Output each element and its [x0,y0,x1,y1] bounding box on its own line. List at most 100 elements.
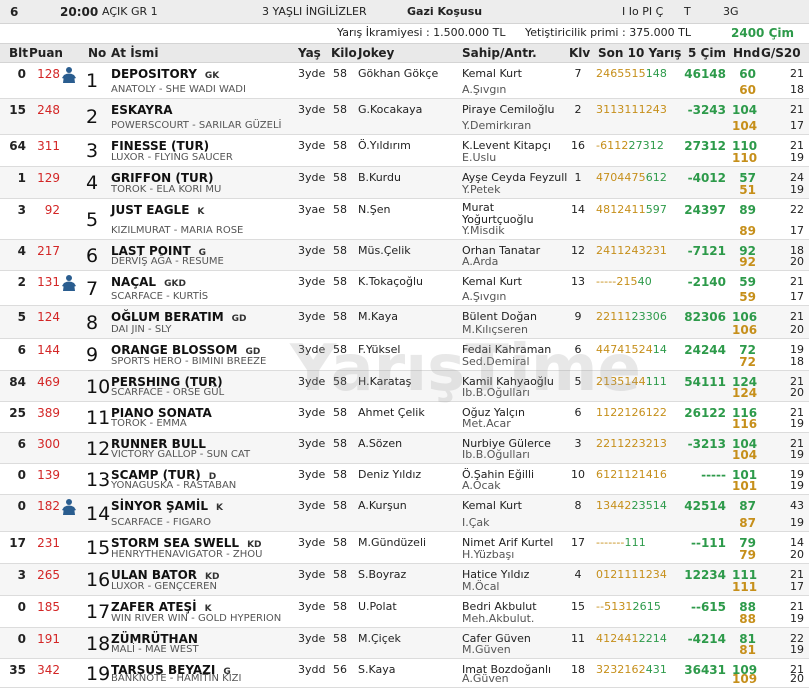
trainer-link[interactable]: Y.Petek [462,183,500,197]
trainer-link[interactable]: Ib.B.Oğulları [462,448,530,462]
owner-link[interactable]: Kemal Kurt [462,67,522,81]
trainer-link[interactable]: A.Şıvgın [462,83,506,97]
trainer-link[interactable]: Y.Misdik [462,224,505,238]
owner-link[interactable]: Piraye Cemiloğlu [462,103,555,117]
col-son10[interactable]: Son 10 Yarış [598,46,681,60]
handicap-prev: 51 [739,183,756,197]
col-puan[interactable]: Puan [29,46,63,60]
table-row[interactable]: 84 469 10 PERSHING (TUR) SCARFACE - ORSE GÜL… [0,371,809,402]
jockey-link[interactable]: A.Sözen [358,437,402,451]
table-row[interactable]: 6 300 12 RUNNER BULL VICTORY GALLOP - SUN CA… [0,433,809,464]
gs20-count: 19 [790,183,804,196]
horse-name[interactable]: SİNYOR ŞAMİL K [111,499,223,515]
table-row[interactable]: 0 139 13 SCAMP (TUR) D YONAGUSKA - RASTABAN 3y… [0,464,809,495]
table-row[interactable]: 4 217 6 LAST POINT G DERVİŞ AĞA - RESUME 3yde 5… [0,240,809,271]
jockey-link[interactable]: U.Polat [358,600,397,614]
jockey-link[interactable]: K.Tokaçoğlu [358,275,423,289]
table-row[interactable]: 15 248 2 ESKAYRA POWERSCOURT - SARILAR GÜZEL… [0,99,809,135]
jockey-link[interactable]: F.Yüksel [358,343,400,357]
horse-name[interactable]: ESKAYRA [111,103,181,119]
horse-number: 16 [86,569,111,591]
col-5cim[interactable]: 5 Çim [688,46,726,60]
owner-link[interactable]: Bülent Doğan [462,310,537,324]
table-row[interactable]: 3 265 16 ULAN BATOR KD LUXOR - GENÇCEREN 3yde 5… [0,564,809,596]
table-row[interactable]: 6 144 9 ORANGE BLOSSOM GD SPORTS HERO - BIMIN… [0,339,809,371]
col-hnd[interactable]: Hnd [733,46,760,60]
table-row[interactable]: 64 311 3 FINESSE (TUR) LUXOR - FLYING SAUCER… [0,135,809,167]
horse-number: 10 [86,376,111,398]
jockey-link[interactable]: B.Kurdu [358,171,401,185]
col-jokey[interactable]: Jokey [358,46,394,60]
weight: 58 [333,67,347,80]
jockey-link[interactable]: G.Kocakaya [358,103,422,117]
jockey-link[interactable]: S.Boyraz [358,568,406,582]
trainer-link[interactable]: M.Öcal [462,580,500,594]
age: 3yde [298,375,326,388]
table-row[interactable]: 0 128 1 DEPOSITORY GK ANATOLY - SHE WADI WADI… [0,63,809,99]
col-blt[interactable]: Blt [9,46,28,60]
jockey-link[interactable]: M.Kaya [358,310,398,324]
jockey-link[interactable]: H.Karataş [358,375,411,389]
table-row[interactable]: 5 124 8 OĞLUM BERATIM GD DAI JIN - SLY 3yde 58 M… [0,306,809,339]
trainer-link[interactable]: Ib.B.Oğulları [462,386,530,400]
col-name[interactable]: At İsmi [111,46,158,60]
trainer-link[interactable]: Sed.Demiral [462,355,530,369]
trainer-link[interactable]: H.Yüzbaşı [462,548,514,562]
blt-value: 0 [17,67,26,81]
trainer-link[interactable]: A.Ocak [462,479,501,493]
trainer-link[interactable]: Meh.Akbulut. [462,612,534,626]
jockey-link[interactable]: Gökhan Gökçe [358,67,438,81]
jockey-link[interactable]: A.Kurşun [358,499,407,513]
col-yas[interactable]: Yaş [298,46,321,60]
trainer-link[interactable]: A.Arda [462,255,498,269]
jockey-link[interactable]: S.Kaya [358,663,396,677]
table-row[interactable]: 1 129 4 GRIFFON (TUR) TOROK - ELA KORI MU 3yd… [0,167,809,199]
weight: 58 [333,536,347,549]
gs20-count: 17 [790,290,804,303]
trainer-link[interactable]: Met.Acar [462,417,511,431]
horse-number: 8 [86,312,99,334]
trainer-link[interactable]: A.Güven [462,672,509,686]
col-klv[interactable]: Klv [569,46,590,60]
table-row[interactable]: 0 185 17 ZAFER ATEŞİ K WIN RIVER WIN - GOLD H… [0,596,809,628]
owner-link[interactable]: Kemal Kurt [462,275,522,289]
col-kilo[interactable]: Kilo [331,46,357,60]
horse-name[interactable]: JUST EAGLE K [111,203,204,219]
col-gs20[interactable]: G/S20 [761,46,801,60]
jockey-link[interactable]: M.Gündüzeli [358,536,426,550]
jockey-link[interactable]: M.Çiçek [358,632,401,646]
table-row[interactable]: 3 92 5 JUST EAGLE K KIZILMURAT - MARIA ROSE 3y… [0,199,809,240]
table-row[interactable]: 17 231 15 STORM SEA SWELL KD HENRYTHENAVIGATO… [0,532,809,564]
horse-name[interactable]: NAÇAL GKD [111,275,186,291]
trainer-link[interactable]: Y.Demirkıran [462,119,531,133]
col-sahip[interactable]: Sahip/Antr. [462,46,537,60]
trainer-link[interactable]: M.Güven [462,643,511,657]
jockey-link[interactable]: Ahmet Çelik [358,406,425,420]
jockey-link[interactable]: Deniz Yıldız [358,468,421,482]
col-no[interactable]: No [88,46,106,60]
table-row[interactable]: 35 342 19 TARSUS BEYAZI G BANKNOTE - HAMİTİN … [0,659,809,688]
trainer-link[interactable]: E.Uslu [462,151,496,165]
handicap-prev: 81 [739,643,756,657]
gs20-count: 20 [790,386,804,399]
jockey-link[interactable]: N.Şen [358,203,390,217]
last-10-recent: 148 [645,67,667,80]
owner-link[interactable]: Kemal Kurt [462,499,522,513]
five-turf: -7121 [687,244,726,258]
last-10-older: 4704475 [596,171,646,184]
trainer-link[interactable]: A.Şıvgın [462,290,506,304]
weight: 58 [333,568,347,581]
table-row[interactable]: 2 131 7 NAÇAL GKD SCARFACE - KURTİS 3yde 58 K.To… [0,271,809,306]
trainer-link[interactable]: I.Çak [462,516,490,530]
horse-name-text: SİNYOR ŞAMİL [111,499,209,513]
jockey-link[interactable]: Ö.Yıldırım [358,139,411,153]
horse-name[interactable]: DEPOSITORY GK [111,67,219,83]
table-row[interactable]: 0 182 14 SİNYOR ŞAMİL K SCARFACE - FIGARO 3yde… [0,495,809,532]
horse-number: 4 [86,172,99,194]
weight: 58 [333,171,347,184]
owner-link[interactable]: Murat Yoğurtçuoğlu [462,202,562,226]
table-row[interactable]: 25 389 11 PIANO SONATA TOROK - EMMA 3yde 58 Ahm… [0,402,809,433]
jockey-link[interactable]: Müs.Çelik [358,244,411,258]
trainer-link[interactable]: M.Kılıçseren [462,323,528,337]
table-row[interactable]: 0 191 18 ZÜMRÜTHAN MALİ - MAE WEST 3yde 58 M.Çi… [0,628,809,659]
